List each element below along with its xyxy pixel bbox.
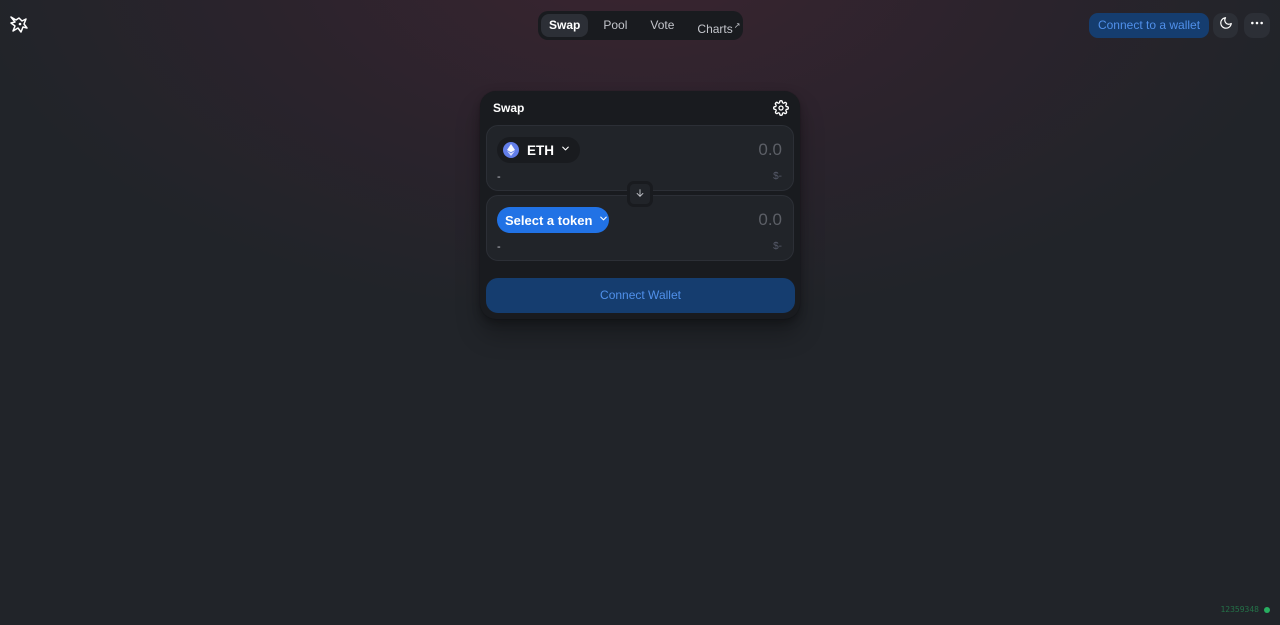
nav-pool[interactable]: Pool bbox=[595, 14, 635, 37]
external-link-icon: ↗ bbox=[733, 21, 741, 30]
to-amount-input[interactable] bbox=[642, 208, 782, 232]
connect-wallet-button[interactable]: Connect Wallet bbox=[486, 278, 795, 313]
ethereum-icon bbox=[503, 142, 519, 158]
connect-wallet-header-button[interactable]: Connect to a wallet bbox=[1089, 13, 1209, 38]
to-balance: - bbox=[497, 241, 501, 253]
from-token-selector[interactable]: ETH bbox=[497, 137, 580, 163]
chevron-down-icon bbox=[598, 211, 609, 229]
chevron-down-icon bbox=[560, 141, 571, 159]
swap-title: Swap bbox=[493, 101, 525, 115]
block-number[interactable]: 12359348 bbox=[1220, 605, 1259, 614]
nav-charts[interactable]: Charts↗ bbox=[689, 14, 748, 37]
moon-icon bbox=[1219, 16, 1233, 35]
nav-swap[interactable]: Swap bbox=[541, 14, 589, 37]
arrow-down-icon bbox=[635, 185, 645, 203]
switch-tokens-button[interactable] bbox=[627, 181, 653, 207]
to-fiat-value: $- bbox=[773, 241, 782, 252]
main-nav: Swap Pool Vote Charts↗ bbox=[538, 11, 743, 40]
network-status-dot bbox=[1264, 607, 1270, 613]
nav-vote[interactable]: Vote bbox=[642, 14, 682, 37]
from-fiat-value: $- bbox=[773, 171, 782, 182]
theme-toggle-button[interactable] bbox=[1213, 13, 1238, 38]
swap-card: Swap ETH - $- bbox=[480, 91, 800, 319]
from-token-symbol: ETH bbox=[527, 142, 554, 158]
more-horizontal-icon bbox=[1250, 16, 1264, 35]
select-token-button[interactable]: Select a token bbox=[497, 207, 609, 233]
gear-icon[interactable] bbox=[773, 100, 789, 116]
select-token-label: Select a token bbox=[505, 212, 593, 228]
from-amount-input[interactable] bbox=[642, 138, 782, 162]
unicorn-logo-icon[interactable] bbox=[8, 14, 30, 36]
from-balance: - bbox=[497, 171, 501, 183]
nav-charts-label: Charts bbox=[697, 22, 733, 36]
more-menu-button[interactable] bbox=[1244, 13, 1270, 38]
